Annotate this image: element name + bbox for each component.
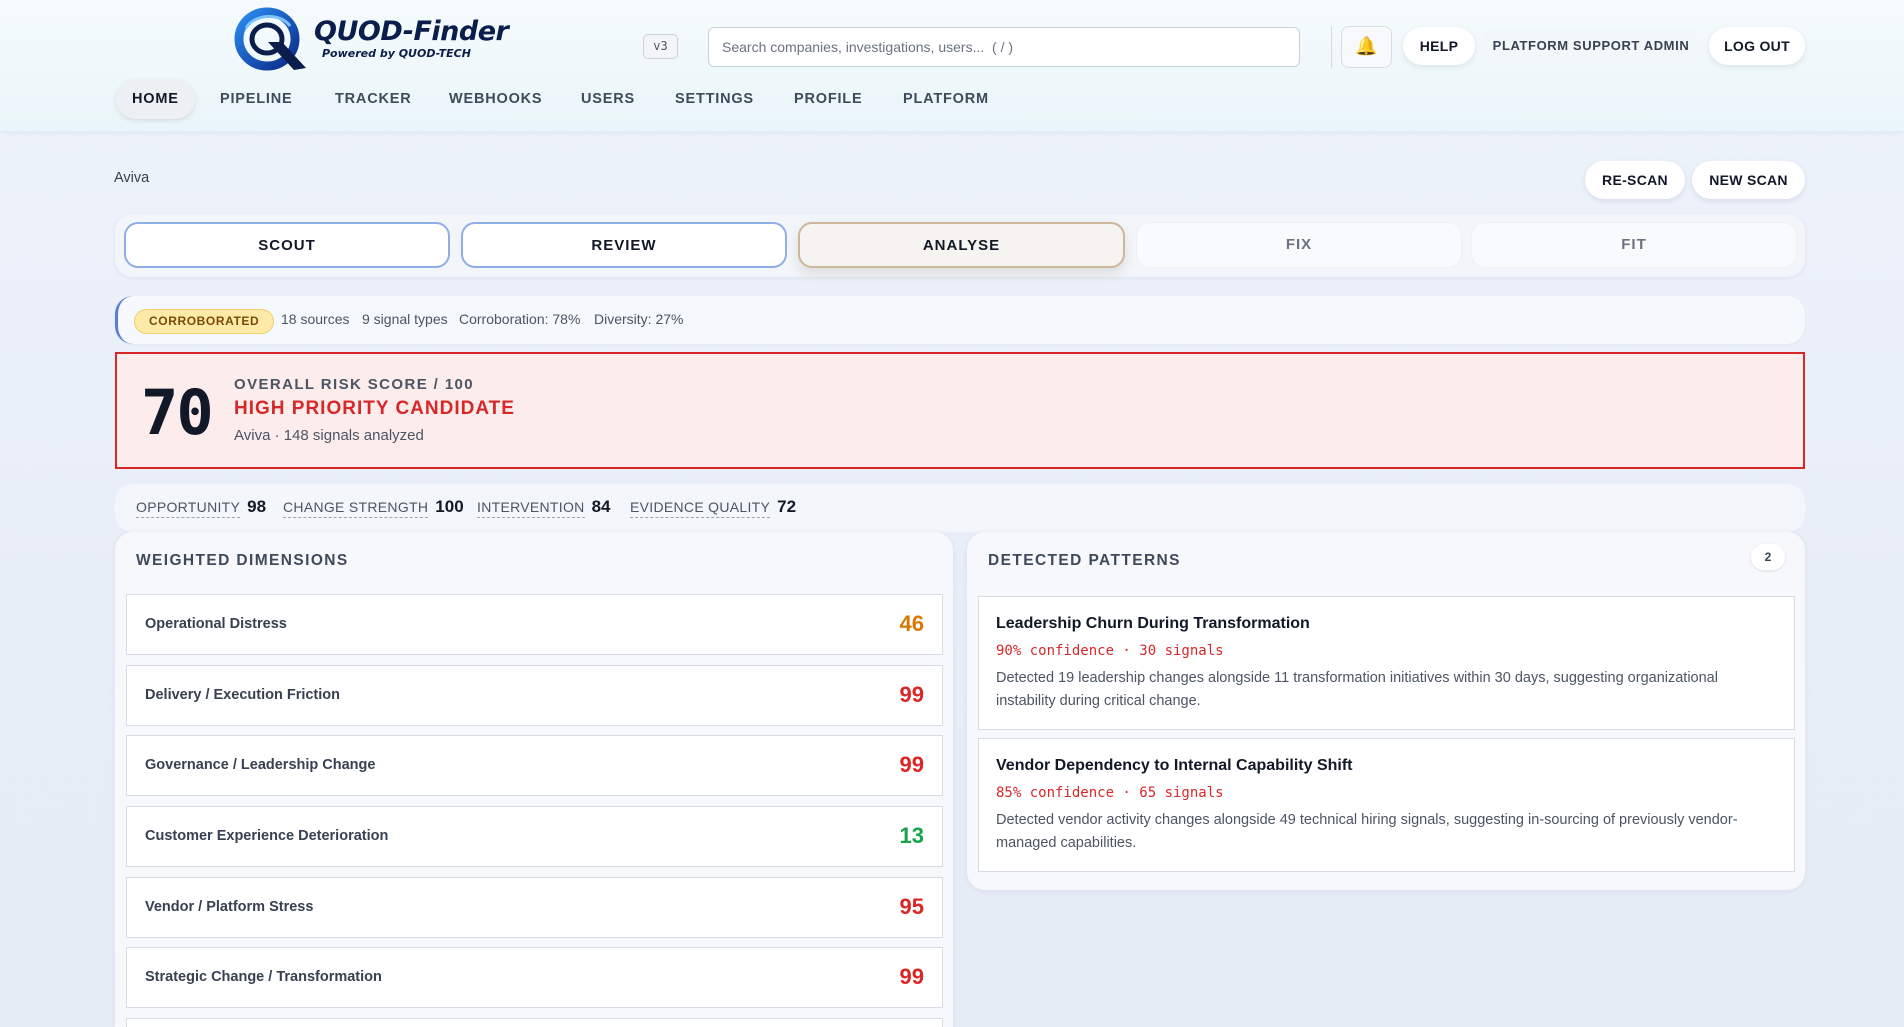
dimension-row[interactable]: Strategic Change / Transformation 99 <box>126 947 943 1008</box>
pattern-card[interactable]: Vendor Dependency to Internal Capability… <box>978 738 1795 872</box>
metric-label: CHANGE STRENGTH <box>283 499 429 518</box>
pattern-confidence: 85% confidence · 65 signals <box>996 785 1224 801</box>
dimension-score: 99 <box>899 752 924 777</box>
dimension-row[interactable]: Customer Experience Deterioration 13 <box>126 806 943 867</box>
metric-change-strength[interactable]: CHANGE STRENGTH 100 <box>283 497 464 518</box>
risk-priority-title: HIGH PRIORITY CANDIDATE <box>234 398 515 419</box>
logo-q-icon <box>234 7 306 71</box>
metric-label: EVIDENCE QUALITY <box>630 499 771 518</box>
header-divider <box>1331 26 1332 68</box>
corroboration-bar: CORROBORATED 18 sources 9 signal types C… <box>115 296 1805 344</box>
pattern-description: Detected vendor activity changes alongsi… <box>996 812 1738 851</box>
version-badge: v3 <box>643 34 678 59</box>
stage-fix[interactable]: FIX <box>1136 222 1462 268</box>
dimension-score: 99 <box>899 682 924 707</box>
pattern-card[interactable]: Leadership Churn During Transformation 9… <box>978 596 1795 730</box>
metric-intervention[interactable]: INTERVENTION 84 <box>477 497 611 518</box>
notifications-button[interactable]: 🔔 <box>1341 26 1392 68</box>
dimension-name: Strategic Change / Transformation <box>145 969 382 985</box>
dimension-score: 46 <box>899 611 924 636</box>
dimension-row[interactable]: Operational Distress 46 <box>126 594 943 655</box>
dimension-name: Delivery / Execution Friction <box>145 687 340 703</box>
dimension-name: Governance / Leadership Change <box>145 757 376 773</box>
metric-value: 100 <box>435 497 464 516</box>
nav-item-webhooks[interactable]: WEBHOOKS <box>449 79 542 119</box>
pattern-description: Detected 19 leadership changes alongside… <box>996 670 1718 709</box>
stage-fit[interactable]: FIT <box>1471 222 1797 268</box>
nav-item-platform[interactable]: PLATFORM <box>903 79 989 119</box>
corroborated-badge: CORROBORATED <box>134 309 275 334</box>
dimension-row[interactable]: Vendor / Platform Stress 95 <box>126 877 943 938</box>
sources-count: 18 sources <box>281 311 350 327</box>
pattern-title: Vendor Dependency to Internal Capability… <box>996 757 1353 774</box>
panel-title: DETECTED PATTERNS <box>988 552 1181 569</box>
global-search-input[interactable] <box>708 27 1300 67</box>
brand-logo[interactable]: QUOD-Finder Powered by QUOD-TECH <box>234 6 509 72</box>
dimension-row[interactable]: Delivery / Execution Friction 99 <box>126 665 943 726</box>
brand-name: QUOD-Finder <box>314 16 509 47</box>
top-header: QUOD-Finder Powered by QUOD-TECH v3 🔔 HE… <box>0 0 1904 131</box>
new-scan-button[interactable]: NEW SCAN <box>1692 161 1805 199</box>
bell-icon: 🔔 <box>1355 36 1378 57</box>
panel-title: WEIGHTED DIMENSIONS <box>136 552 349 569</box>
stage-review[interactable]: REVIEW <box>461 222 787 268</box>
stage-analyse[interactable]: ANALYSE <box>798 222 1125 268</box>
brand-tagline: Powered by QUOD-TECH <box>322 47 471 60</box>
dimension-row[interactable] <box>126 1018 943 1027</box>
risk-subtitle: Aviva · 148 signals analyzed <box>234 427 424 444</box>
nav-item-users[interactable]: USERS <box>581 79 635 119</box>
corroboration-percent: Corroboration: 78% <box>459 311 581 327</box>
logout-button[interactable]: LOG OUT <box>1709 27 1805 65</box>
metric-evidence-quality[interactable]: EVIDENCE QUALITY 72 <box>630 497 797 518</box>
risk-score-card: 70 OVERALL RISK SCORE / 100 HIGH PRIORIT… <box>115 352 1805 469</box>
metric-label: INTERVENTION <box>477 499 585 518</box>
diversity-percent: Diversity: 27% <box>594 311 684 327</box>
nav-item-home[interactable]: HOME <box>116 79 195 119</box>
metric-value: 72 <box>777 497 797 516</box>
nav-item-profile[interactable]: PROFILE <box>794 79 862 119</box>
dimension-row[interactable]: Governance / Leadership Change 99 <box>126 735 943 796</box>
metric-label: OPPORTUNITY <box>136 499 241 518</box>
weighted-dimensions-panel: WEIGHTED DIMENSIONS Operational Distress… <box>115 532 953 1027</box>
risk-score-value: 70 <box>141 376 214 449</box>
company-name: Aviva <box>114 170 150 186</box>
user-menu-button[interactable]: PLATFORM SUPPORT ADMIN <box>1484 30 1698 62</box>
nav-item-tracker[interactable]: TRACKER <box>335 79 412 119</box>
dimension-score: 99 <box>899 964 924 989</box>
rescan-button[interactable]: RE-SCAN <box>1585 161 1685 199</box>
metric-value: 98 <box>247 497 267 516</box>
dimension-score: 13 <box>899 823 924 848</box>
dimension-name: Vendor / Platform Stress <box>145 899 314 915</box>
pattern-title: Leadership Churn During Transformation <box>996 615 1310 632</box>
pattern-confidence: 90% confidence · 30 signals <box>996 643 1224 659</box>
help-button[interactable]: HELP <box>1403 27 1475 65</box>
metrics-strip: OPPORTUNITY 98 CHANGE STRENGTH 100 INTERVE… <box>115 484 1805 532</box>
nav-item-pipeline[interactable]: PIPELINE <box>220 79 292 119</box>
nav-item-settings[interactable]: SETTINGS <box>675 79 754 119</box>
stage-scout[interactable]: SCOUT <box>124 222 450 268</box>
detected-patterns-panel: DETECTED PATTERNS 2 Leadership Churn Dur… <box>967 532 1805 890</box>
metric-value: 84 <box>591 497 611 516</box>
patterns-count-badge: 2 <box>1751 544 1785 570</box>
workflow-stepper: SCOUT REVIEW ANALYSE FIX FIT <box>115 214 1805 277</box>
signal-types-count: 9 signal types <box>362 311 448 327</box>
dimension-name: Customer Experience Deterioration <box>145 828 389 844</box>
dimension-name: Operational Distress <box>145 616 287 632</box>
risk-score-label: OVERALL RISK SCORE / 100 <box>234 376 475 393</box>
metric-opportunity[interactable]: OPPORTUNITY 98 <box>136 497 267 518</box>
dimension-score: 95 <box>899 894 924 919</box>
